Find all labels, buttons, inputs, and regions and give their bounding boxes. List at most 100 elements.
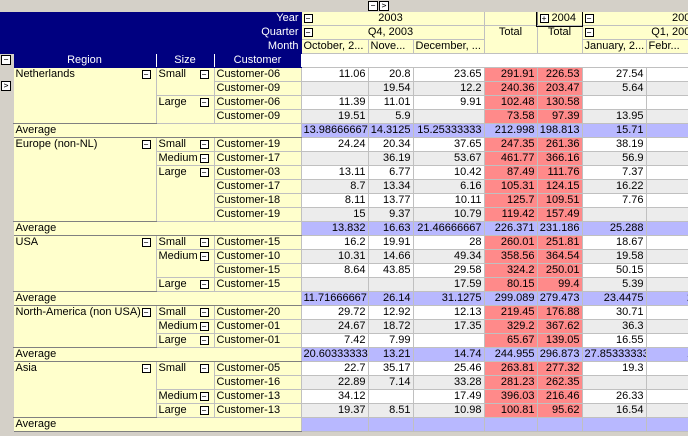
value-cell[interactable]: 10.98 <box>413 403 485 418</box>
value-cell[interactable]: 260.01 <box>484 235 538 250</box>
value-cell[interactable]: 261.36 <box>537 137 583 152</box>
value-cell[interactable]: 18.67 <box>582 235 647 250</box>
collapse-2005-icon[interactable]: − <box>584 13 594 23</box>
value-cell[interactable]: 14.3125 <box>368 123 414 138</box>
value-cell[interactable]: 251.81 <box>537 235 583 250</box>
value-cell[interactable]: 250.01 <box>537 263 583 278</box>
value-cell[interactable]: 16.55 <box>582 333 647 348</box>
value-cell[interactable]: 329.2 <box>484 319 538 334</box>
value-cell[interactable]: 7.14 <box>368 375 414 390</box>
value-cell[interactable]: 10.31 <box>301 249 369 264</box>
value-cell[interactable]: 23.1 <box>646 67 688 82</box>
value-cell[interactable] <box>646 333 688 348</box>
value-cell[interactable]: 28 <box>413 235 485 250</box>
value-cell[interactable]: 16.63 <box>368 221 414 236</box>
value-cell[interactable]: 13.8 <box>646 207 688 222</box>
value-cell[interactable]: 461.77 <box>484 151 538 166</box>
collapse-size-icon[interactable]: − <box>199 308 209 317</box>
value-cell[interactable]: 16.2 <box>301 235 369 250</box>
value-cell[interactable]: 299.089 <box>484 291 538 306</box>
value-cell[interactable]: 36.19 <box>368 151 414 166</box>
value-cell[interactable] <box>301 277 369 292</box>
value-cell[interactable]: 13.11 <box>301 165 369 180</box>
value-cell[interactable]: 25.288 <box>582 221 647 236</box>
collapse-size-icon[interactable]: − <box>199 98 209 107</box>
value-cell[interactable]: 13.95 <box>582 109 647 124</box>
value-cell[interactable]: 19.51 <box>301 109 369 124</box>
value-cell[interactable]: 13.832 <box>301 221 369 236</box>
value-cell[interactable]: 29.72 <box>301 305 369 320</box>
value-cell[interactable]: 27.54 <box>582 67 647 82</box>
value-cell[interactable]: 5.64 <box>582 81 647 96</box>
value-cell[interactable]: 21.46666667 <box>413 221 485 236</box>
value-cell[interactable]: 16.54 <box>582 403 647 418</box>
value-cell[interactable]: 10.42 <box>413 165 485 180</box>
collapse-all-columns-button[interactable]: − <box>368 1 378 11</box>
collapse-size-icon[interactable]: − <box>199 140 209 149</box>
value-cell[interactable] <box>646 375 688 390</box>
value-cell[interactable]: 291.91 <box>484 67 538 82</box>
value-cell[interactable]: 5.39 <box>582 277 647 292</box>
value-cell[interactable]: 139.05 <box>537 333 583 348</box>
year-2004-cell[interactable]: +2004 <box>536 11 583 27</box>
value-cell[interactable] <box>646 403 688 418</box>
value-cell[interactable]: 11.71666667 <box>301 291 369 306</box>
value-cell[interactable]: 203.47 <box>537 81 583 96</box>
value-cell[interactable]: 119.42 <box>484 207 538 222</box>
value-cell[interactable]: 9.37 <box>368 207 414 222</box>
value-cell[interactable]: 50.15 <box>582 263 647 278</box>
value-cell[interactable]: 216.46 <box>537 389 583 404</box>
value-cell[interactable] <box>484 417 538 432</box>
value-cell[interactable]: 19.1 <box>646 193 688 208</box>
value-cell[interactable]: 22.89 <box>301 375 369 390</box>
value-cell[interactable]: 20.60333333 <box>301 347 369 362</box>
value-cell[interactable]: 19.54 <box>368 81 414 96</box>
value-cell[interactable]: 109.51 <box>537 193 583 208</box>
collapse-size-icon[interactable]: − <box>199 280 209 289</box>
value-cell[interactable]: 29.58 <box>413 263 485 278</box>
value-cell[interactable]: 22.7 <box>301 361 369 376</box>
value-cell[interactable]: 17.59 <box>413 277 485 292</box>
value-cell[interactable]: 24.67 <box>301 319 369 334</box>
value-cell[interactable] <box>646 417 688 432</box>
value-cell[interactable] <box>646 151 688 166</box>
value-cell[interactable]: 20.34 <box>368 137 414 152</box>
collapse-size-icon[interactable]: − <box>199 70 209 79</box>
value-cell[interactable]: 364.54 <box>537 249 583 264</box>
value-cell[interactable]: 20.8 <box>368 67 414 82</box>
value-cell[interactable]: 212.998 <box>484 123 538 138</box>
value-cell[interactable]: 13.77 <box>368 193 414 208</box>
value-cell[interactable]: 10.79 <box>413 207 485 222</box>
value-cell[interactable]: 157.49 <box>537 207 583 222</box>
value-cell[interactable]: 65.67 <box>484 333 538 348</box>
collapse-q4-icon[interactable]: − <box>303 27 313 37</box>
value-cell[interactable]: 111.76 <box>537 165 583 180</box>
collapse-size-icon[interactable]: − <box>199 392 209 401</box>
value-cell[interactable]: 16.22 <box>582 179 647 194</box>
value-cell[interactable] <box>413 109 485 124</box>
value-cell[interactable]: 15.25333333 <box>413 123 485 138</box>
value-cell[interactable]: 226.53 <box>537 67 583 82</box>
collapse-all-rows-button[interactable]: − <box>1 55 11 65</box>
value-cell[interactable]: 296.873 <box>537 347 583 362</box>
value-cell[interactable]: 226.371 <box>484 221 538 236</box>
value-cell[interactable]: 25.46 <box>413 361 485 376</box>
value-cell[interactable]: 87.49 <box>484 165 538 180</box>
value-cell[interactable]: 30.71 <box>582 305 647 320</box>
value-cell[interactable]: 13.34 <box>368 179 414 194</box>
value-cell[interactable]: 11.06 <box>301 67 369 82</box>
value-cell[interactable]: 12.92 <box>368 305 414 320</box>
value-cell[interactable]: 367.62 <box>537 319 583 334</box>
value-cell[interactable]: 35.17 <box>368 361 414 376</box>
value-cell[interactable]: 36.3 <box>582 319 647 334</box>
value-cell[interactable] <box>582 95 647 110</box>
value-cell[interactable]: 18.72 <box>368 319 414 334</box>
value-cell[interactable]: 10.5 <box>646 319 688 334</box>
value-cell[interactable]: 26.14 <box>368 291 414 306</box>
value-cell[interactable]: 247.35 <box>484 137 538 152</box>
value-cell[interactable]: 8.11 <box>301 193 369 208</box>
value-cell[interactable]: 396.03 <box>484 389 538 404</box>
value-cell[interactable] <box>301 151 369 166</box>
value-cell[interactable]: 19.6 <box>646 179 688 194</box>
value-cell[interactable]: 22.06 <box>646 291 688 306</box>
